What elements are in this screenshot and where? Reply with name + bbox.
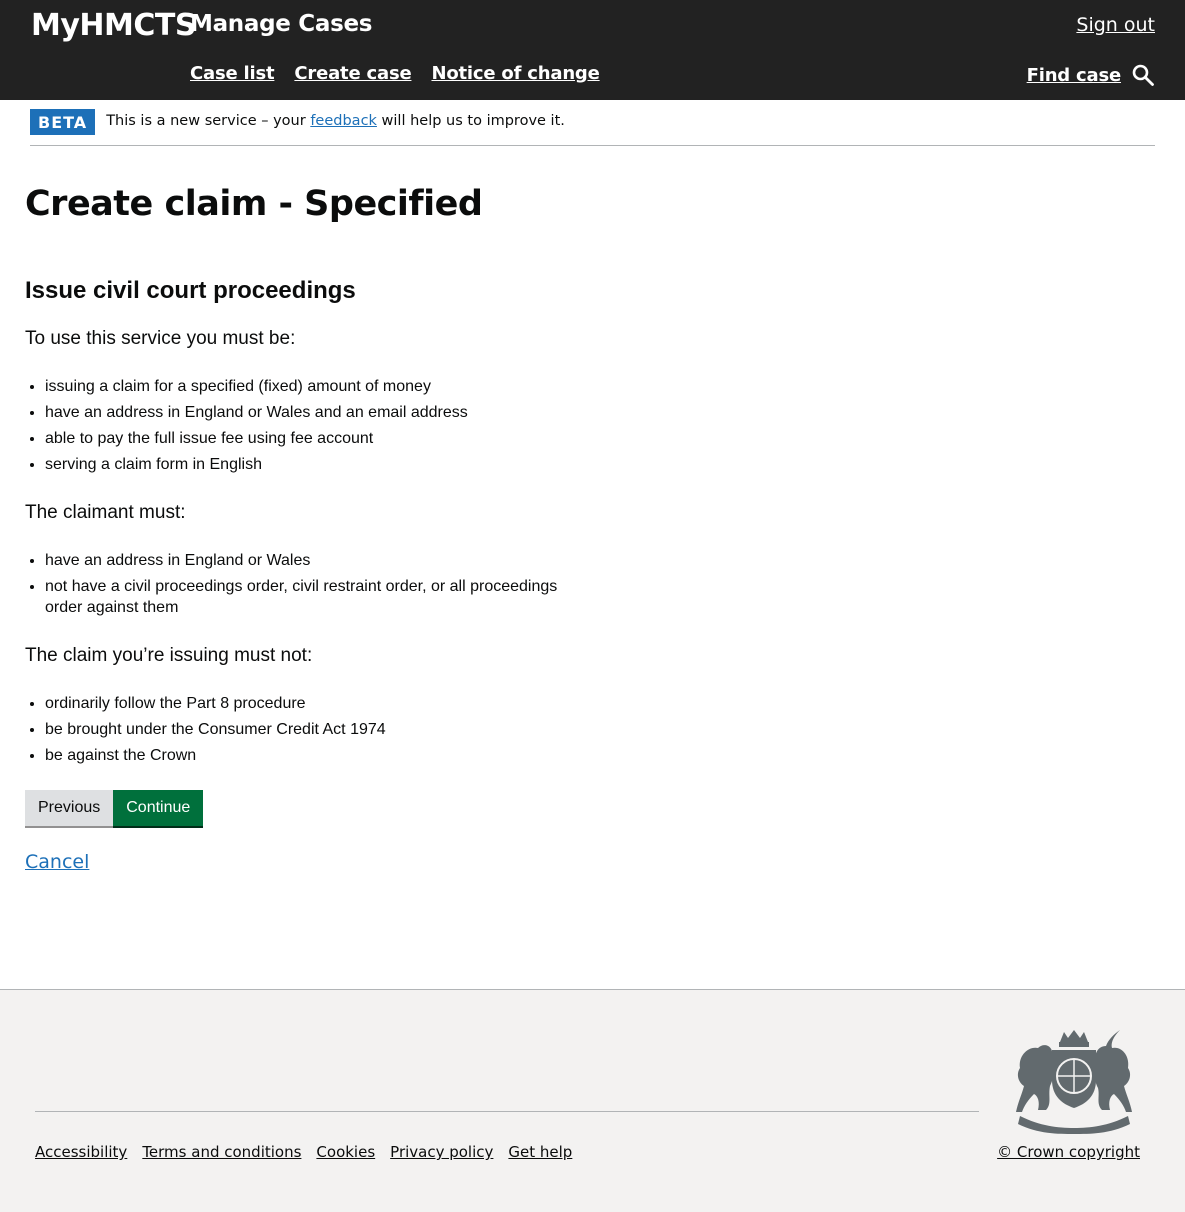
list-item: issuing a claim for a specified (fixed) … xyxy=(45,376,585,397)
claimant-list: have an address in England or Wales not … xyxy=(45,550,585,623)
cancel-link[interactable]: Cancel xyxy=(25,851,89,873)
site-footer: Accessibility Terms and conditions Cooki… xyxy=(0,989,1185,1212)
phase-banner-text: This is a new service – your feedback wi… xyxy=(106,113,565,129)
intro-text: To use this service you must be: xyxy=(25,328,296,349)
continue-button[interactable]: Continue xyxy=(113,790,204,826)
claim-intro: The claim you’re issuing must not: xyxy=(25,645,313,666)
phase-text-before: This is a new service – your xyxy=(106,113,306,129)
list-item: not have a civil proceedings order, civi… xyxy=(45,576,585,618)
footer-link-get-help[interactable]: Get help xyxy=(508,1143,572,1161)
page-title: Create claim - Specified xyxy=(25,184,483,224)
crown-copyright-link[interactable]: © Crown copyright xyxy=(997,1143,1140,1161)
beta-tag: BETA xyxy=(30,109,96,135)
footer-link-accessibility[interactable]: Accessibility xyxy=(35,1143,127,1161)
primary-nav: Case list Create case Notice of change xyxy=(190,63,600,84)
list-item: be brought under the Consumer Credit Act… xyxy=(45,719,585,740)
sign-out-link[interactable]: Sign out xyxy=(1076,14,1155,36)
find-case-link[interactable]: Find case xyxy=(1027,65,1122,86)
footer-links: Accessibility Terms and conditions Cooki… xyxy=(35,1143,572,1161)
footer-link-terms[interactable]: Terms and conditions xyxy=(142,1143,301,1161)
phase-text-after: will help us to improve it. xyxy=(381,113,565,129)
footer-divider xyxy=(35,1111,979,1112)
list-item: ordinarily follow the Part 8 procedure xyxy=(45,693,585,714)
nav-case-list[interactable]: Case list xyxy=(190,63,275,84)
search-icon[interactable] xyxy=(1131,63,1155,87)
footer-link-cookies[interactable]: Cookies xyxy=(316,1143,375,1161)
list-item: serving a claim form in English xyxy=(45,454,585,475)
claim-list: ordinarily follow the Part 8 procedure b… xyxy=(45,693,585,771)
list-item: able to pay the full issue fee using fee… xyxy=(45,428,585,449)
find-case[interactable]: Find case xyxy=(1027,63,1155,87)
royal-coat-of-arms-icon xyxy=(1016,1030,1132,1134)
section-heading: Issue civil court proceedings xyxy=(25,277,356,304)
service-name[interactable]: Manage Cases xyxy=(190,11,372,37)
requirements-list: issuing a claim for a specified (fixed) … xyxy=(45,376,585,480)
list-item: have an address in England or Wales xyxy=(45,550,585,571)
list-item: have an address in England or Wales and … xyxy=(45,402,585,423)
footer-link-privacy[interactable]: Privacy policy xyxy=(390,1143,493,1161)
site-header: MyHMCTS Manage Cases Sign out Case list … xyxy=(0,0,1185,100)
nav-create-case[interactable]: Create case xyxy=(294,63,411,84)
feedback-link[interactable]: feedback xyxy=(310,113,377,129)
form-buttons: Previous Continue xyxy=(25,790,204,826)
nav-notice-of-change[interactable]: Notice of change xyxy=(431,63,599,84)
claimant-intro: The claimant must: xyxy=(25,502,186,523)
list-item: be against the Crown xyxy=(45,745,585,766)
previous-button[interactable]: Previous xyxy=(25,790,114,826)
brand-logo[interactable]: MyHMCTS xyxy=(31,8,196,43)
phase-banner: BETA This is a new service – your feedba… xyxy=(30,109,1155,146)
